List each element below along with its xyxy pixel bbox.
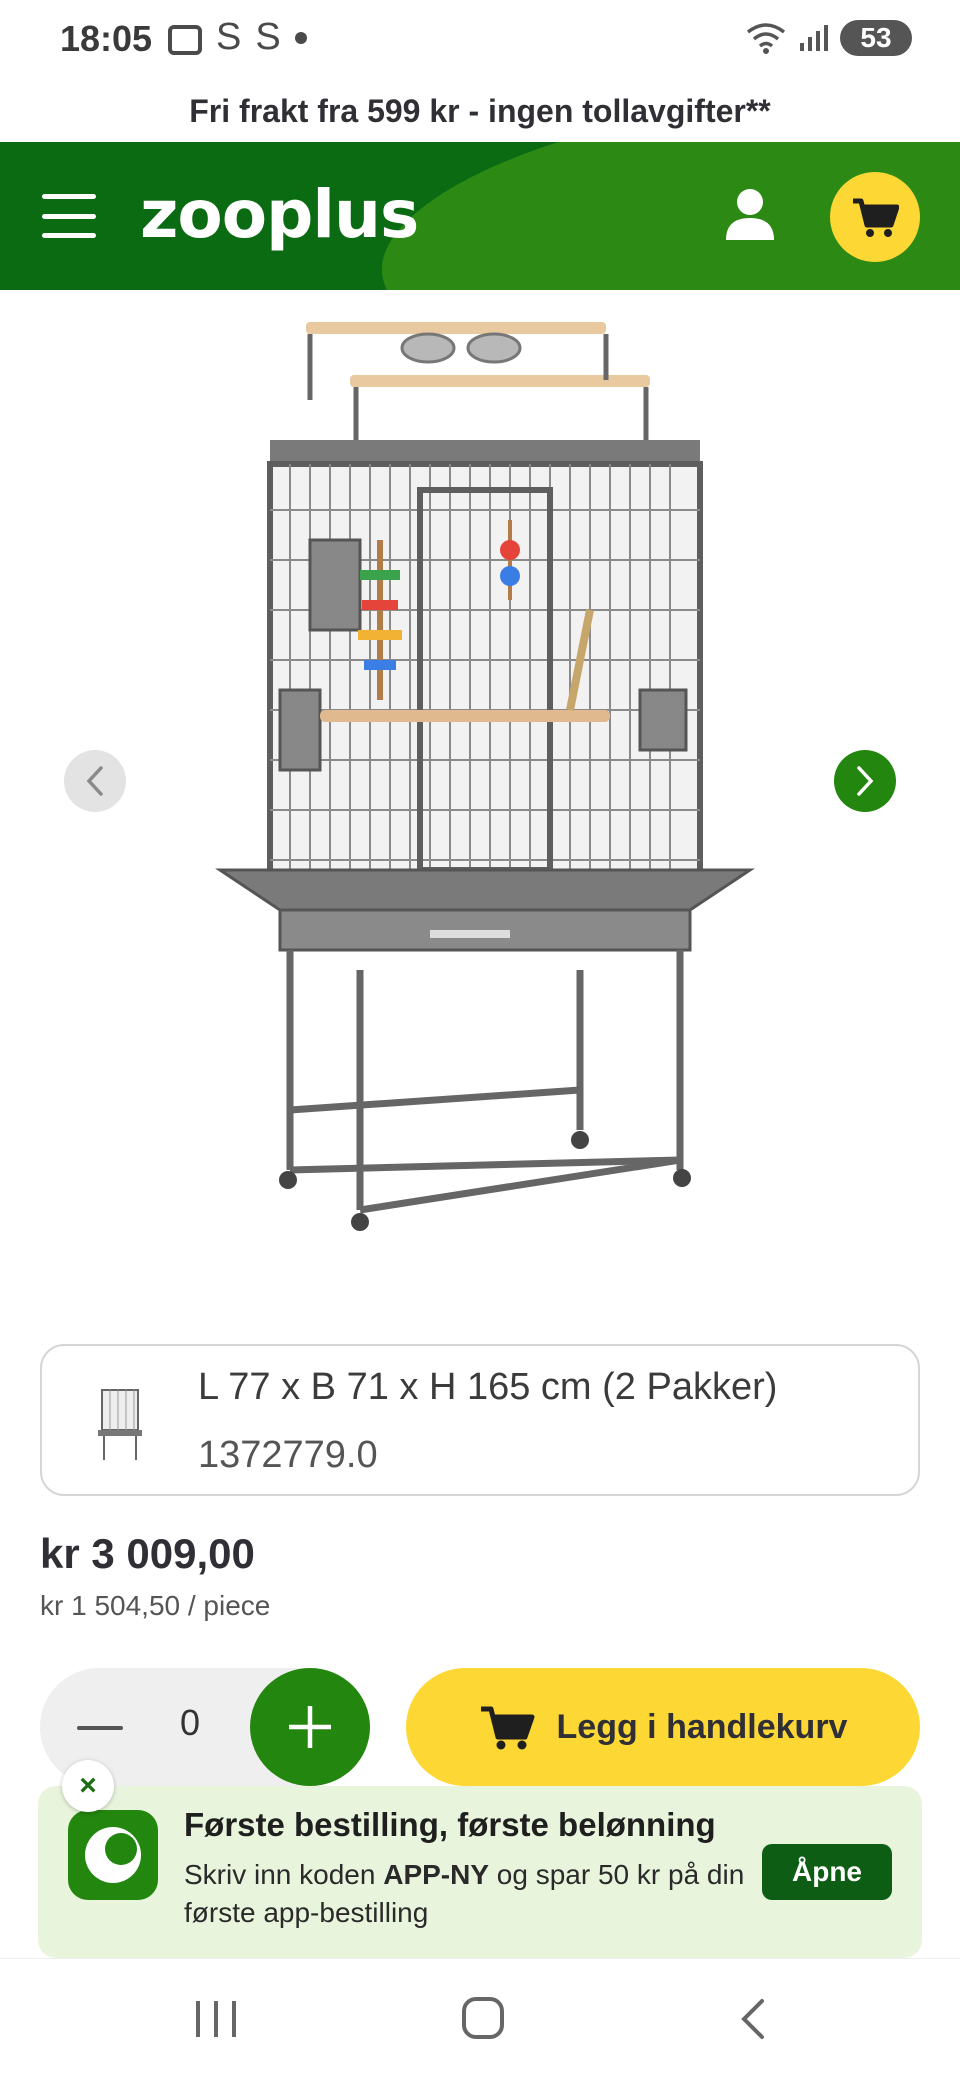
carousel-prev-button[interactable] (64, 750, 126, 812)
plus-button[interactable] (250, 1668, 370, 1786)
dot-icon (294, 31, 307, 44)
cart-icon (853, 198, 899, 237)
wifi-icon (746, 23, 786, 54)
recent-apps-icon[interactable] (196, 2001, 236, 2037)
app-promo-banner: Første bestilling, første belønning Skri… (38, 1786, 922, 1958)
user-icon[interactable] (724, 186, 776, 242)
add-to-cart-button[interactable]: Legg i handlekurv (406, 1668, 920, 1786)
banner-close-icon[interactable]: × (62, 1760, 114, 1812)
variant-selector[interactable]: L 77 x B 71 x H 165 cm (2 Pakker) 137277… (40, 1344, 920, 1496)
banner-title: Første bestilling, første belønning (184, 1806, 716, 1843)
variant-name: L 77 x B 71 x H 165 cm (2 Pakker) (198, 1366, 778, 1408)
zooplus-app-icon (68, 1810, 158, 1900)
plus-icon (289, 1706, 331, 1748)
promo-banner[interactable]: Fri frakt fra 599 kr - ingen tollavgifte… (0, 80, 960, 142)
system-navigation-bar (0, 1958, 960, 2080)
open-app-button[interactable]: Åpne (762, 1844, 892, 1900)
unit-price: kr 1 504,50 / piece (40, 1590, 271, 1621)
signal-icon (800, 25, 828, 51)
product-price: kr 3 009,00 (40, 1530, 255, 1577)
bird-cage-image[interactable] (210, 310, 770, 1290)
variant-thumbnail (98, 1389, 142, 1460)
status-notification-icons: S S (168, 16, 307, 59)
cart-button[interactable] (830, 172, 920, 262)
chevron-right-icon (857, 766, 874, 796)
zooplus-logo[interactable]: zooplus (140, 176, 419, 253)
home-icon[interactable] (462, 1997, 504, 2039)
site-header: zooplus (0, 142, 960, 290)
s-icon: S (255, 16, 281, 58)
hamburger-menu-icon[interactable] (42, 194, 96, 238)
back-icon[interactable] (736, 1997, 768, 2041)
screenshot-icon (168, 24, 202, 55)
s-icon: S (216, 16, 242, 58)
promo-code: APP-NY (383, 1859, 490, 1890)
banner-text: Skriv inn koden APP-NY og spar 50 kr på … (184, 1859, 745, 1928)
chevron-left-icon (86, 766, 103, 796)
cart-icon (480, 1706, 535, 1750)
minus-icon[interactable] (70, 1698, 130, 1758)
variant-sku: 1372779.0 (198, 1434, 378, 1476)
quantity-value[interactable]: 0 (160, 1702, 220, 1744)
battery-icon: 53 (840, 20, 912, 56)
status-bar: 18:05 S S 53 (0, 0, 960, 80)
carousel-next-button[interactable] (834, 750, 896, 812)
status-system-icons: 53 (746, 20, 912, 56)
status-time: 18:05 (60, 18, 153, 59)
add-to-cart-label: Legg i handlekurv (556, 1707, 848, 1746)
